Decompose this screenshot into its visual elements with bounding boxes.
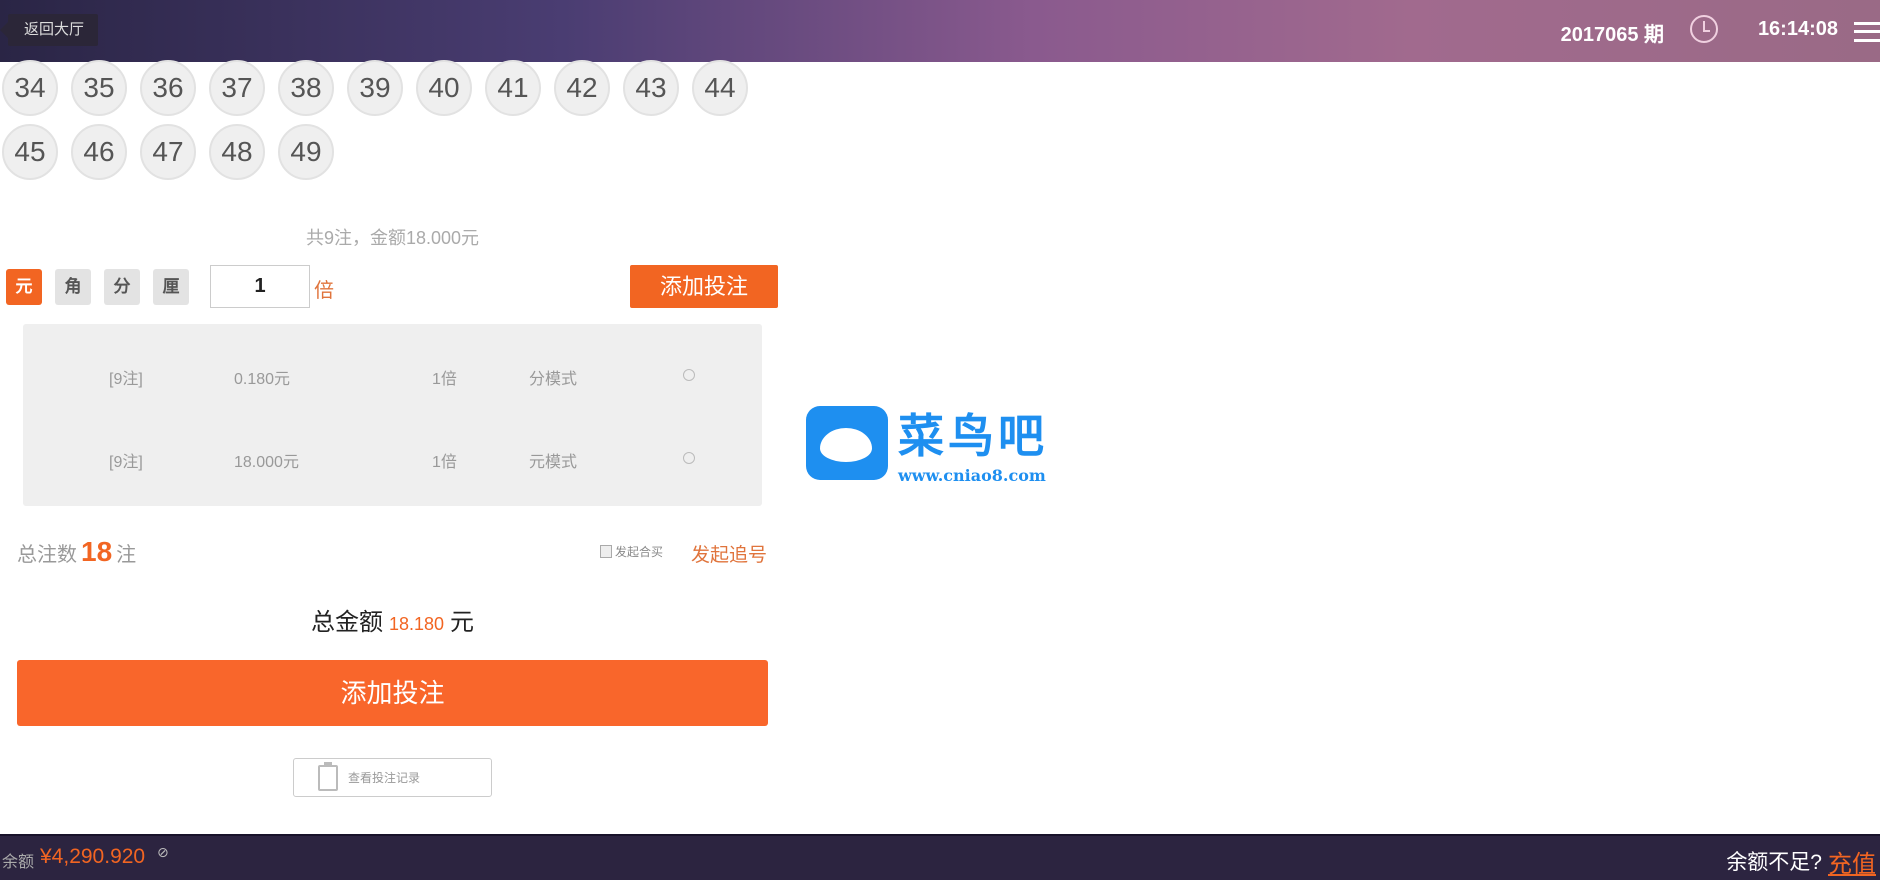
number-ball[interactable]: 49 [278, 124, 334, 180]
bet-count: [9注] [109, 454, 143, 471]
insufficient-balance-text: 余额不足? [1726, 851, 1822, 874]
number-ball[interactable]: 41 [485, 60, 541, 116]
joint-purchase-checkbox[interactable]: 发起合买 [600, 543, 663, 560]
unit-li-button[interactable]: 厘 [153, 269, 189, 305]
watermark-logo: 菜鸟吧 www.cniao8.com [806, 400, 1048, 485]
total-bets-count: 18 [81, 536, 113, 567]
watermark-url: www.cniao8.com [898, 466, 1046, 485]
checkbox-icon[interactable] [600, 545, 612, 558]
delete-bet-icon[interactable] [683, 452, 695, 464]
bet-mode: 分模式 [529, 371, 578, 388]
total-bets-suffix: 注 [116, 544, 137, 566]
clipboard-icon [318, 761, 338, 791]
menu-icon[interactable] [1854, 22, 1880, 42]
bet-amount: 18.000元 [234, 454, 299, 471]
number-ball[interactable]: 35 [71, 60, 127, 116]
total-amount-unit: 元 [450, 609, 475, 636]
balance-value: ¥4,290.920 [40, 845, 146, 868]
joint-purchase-label: 发起合买 [615, 545, 664, 559]
total-amount-label: 总金额 [310, 609, 383, 636]
clock-icon [1690, 15, 1718, 43]
hide-balance-icon[interactable]: ⊘ [157, 844, 169, 861]
countdown-time: 16:14:08 [1757, 18, 1838, 40]
unit-yuan-button[interactable]: 元 [6, 269, 42, 305]
number-ball[interactable]: 42 [554, 60, 610, 116]
bet-count: [9注] [109, 371, 143, 388]
number-ball[interactable]: 34 [2, 60, 58, 116]
bird-logo-icon [806, 405, 888, 480]
period-number: 2017065 期 [1560, 24, 1664, 46]
number-ball[interactable]: 39 [347, 60, 403, 116]
number-ball[interactable]: 40 [416, 60, 472, 116]
delete-bet-icon[interactable] [683, 369, 695, 381]
number-ball[interactable]: 45 [2, 124, 58, 180]
number-ball[interactable]: 46 [71, 124, 127, 180]
balance-label: 余额 [2, 854, 35, 871]
watermark-name: 菜鸟吧 [898, 409, 1048, 463]
bottom-bar: 余额 ¥4,290.920 ⊘ 余额不足? 充值 [0, 834, 1880, 880]
multiplier-unit: 倍 [314, 280, 334, 302]
bet-amount: 0.180元 [234, 371, 291, 388]
selection-summary: 共9注，金额18.000元 [305, 228, 480, 248]
recharge-link[interactable]: 充值 [1828, 844, 1880, 879]
view-bet-records-label: 查看投注记录 [348, 771, 421, 785]
confirm-add-bet-button[interactable]: 添加投注 [17, 660, 768, 726]
number-ball[interactable]: 43 [623, 60, 679, 116]
unit-jiao-button[interactable]: 角 [55, 269, 91, 305]
total-amount-value: 18.180 [388, 614, 445, 634]
bet-multiple: 1倍 [432, 454, 457, 471]
back-to-lobby-button[interactable]: 返回大厅 [0, 14, 99, 46]
top-bar: 返回大厅 2017065 期 16:14:08 [0, 0, 1880, 62]
number-ball[interactable]: 36 [140, 60, 196, 116]
bet-mode: 元模式 [529, 454, 578, 471]
bet-multiple: 1倍 [432, 371, 457, 388]
number-ball[interactable]: 48 [209, 124, 265, 180]
total-bets-label: 总注数 [17, 544, 77, 566]
number-ball[interactable]: 44 [692, 60, 748, 116]
bet-list: [9注] 0.180元 1倍 分模式 [9注] 18.000元 1倍 元模式 [23, 324, 762, 506]
total-amount: 总金额 18.180 元 [0, 602, 785, 637]
unit-fen-button[interactable]: 分 [104, 269, 140, 305]
start-chase-link[interactable]: 发起追号 [691, 540, 767, 567]
number-ball[interactable]: 38 [278, 60, 334, 116]
total-bets: 总注数 18 注 [17, 536, 136, 568]
view-bet-records-button[interactable]: 查看投注记录 [293, 758, 492, 797]
number-ball[interactable]: 47 [140, 124, 196, 180]
multiplier-input[interactable]: 1 [210, 265, 310, 308]
number-ball[interactable]: 37 [209, 60, 265, 116]
add-bet-button[interactable]: 添加投注 [630, 265, 778, 308]
